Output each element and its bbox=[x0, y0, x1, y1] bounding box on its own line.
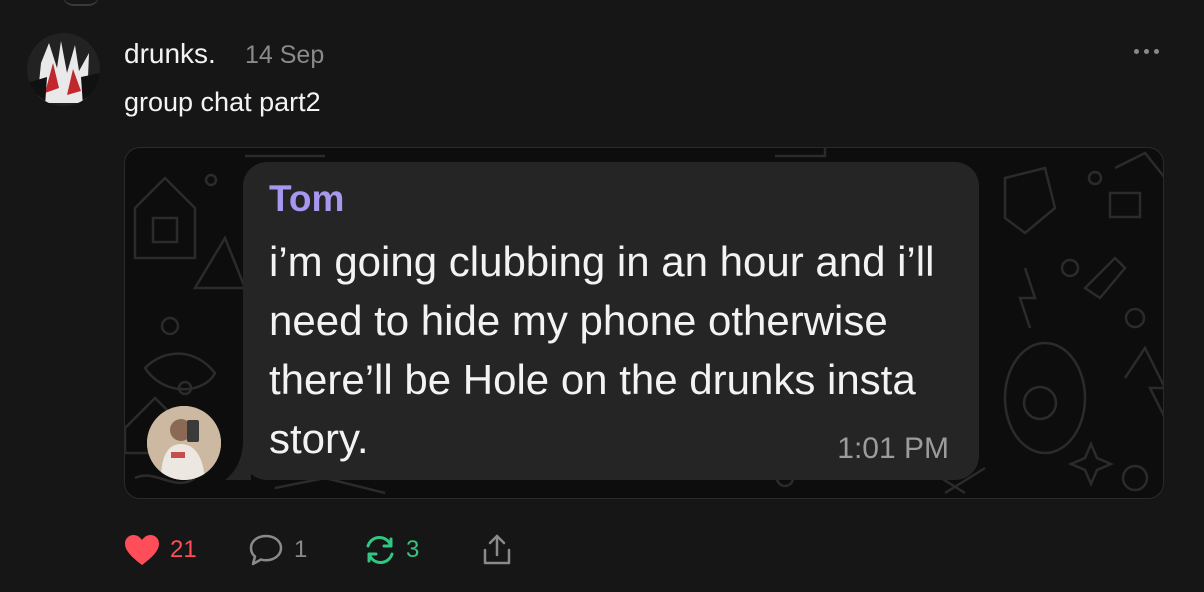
sender-avatar bbox=[147, 406, 221, 480]
thread-line bbox=[62, 0, 100, 6]
reply-button[interactable]: 1 bbox=[248, 528, 307, 572]
repost-icon bbox=[366, 535, 394, 565]
comment-icon bbox=[249, 534, 283, 566]
post-caption: group chat part2 bbox=[124, 87, 321, 117]
repost-count: 3 bbox=[406, 536, 420, 563]
author-username[interactable]: drunks. bbox=[124, 38, 216, 70]
heart-icon bbox=[125, 535, 159, 565]
reply-count: 1 bbox=[294, 536, 308, 563]
author-avatar[interactable] bbox=[27, 33, 100, 106]
ellipsis-icon[interactable] bbox=[1128, 36, 1164, 66]
repost-button[interactable]: 3 bbox=[364, 528, 419, 572]
chat-screenshot-image[interactable]: Tom i’m going clubbing in an hour and i’… bbox=[124, 147, 1164, 499]
like-button[interactable]: 21 bbox=[124, 528, 197, 572]
share-button[interactable] bbox=[480, 528, 514, 572]
sender-name: Tom bbox=[269, 178, 345, 219]
share-icon bbox=[483, 534, 511, 565]
message-time: 1:01 PM bbox=[837, 432, 949, 465]
like-count: 21 bbox=[170, 536, 197, 563]
post-date: 14 Sep bbox=[245, 41, 325, 69]
chat-bubble: Tom i’m going clubbing in an hour and i’… bbox=[243, 162, 979, 480]
